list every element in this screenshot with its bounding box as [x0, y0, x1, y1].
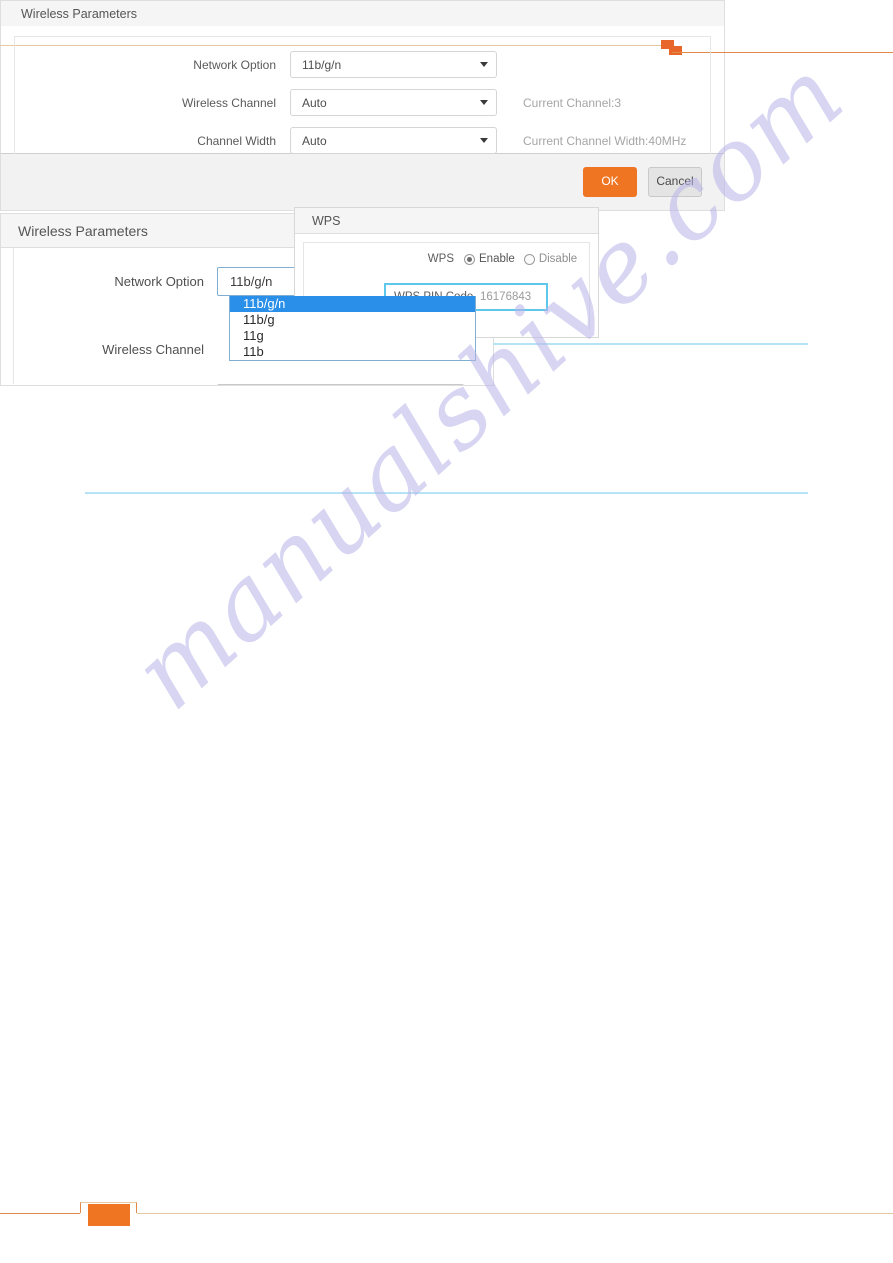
current-channel-width-note: Current Channel Width:40MHz: [523, 133, 687, 148]
footer-rule-left: [0, 1213, 80, 1214]
channel-width-label: Channel Width: [197, 133, 276, 148]
wps-panel-title: WPS: [295, 208, 598, 234]
dropdown-option-11g[interactable]: 11g: [230, 328, 475, 344]
channel-width-select-open[interactable]: Auto: [217, 384, 464, 385]
wps-enable-row: WPS Enable Disable: [304, 253, 589, 265]
wps-enable-label: WPS: [427, 253, 454, 265]
chevron-down-icon: [480, 62, 488, 67]
wireless-parameters-inner: Network Option 11b/g/n Wireless Channel …: [14, 36, 711, 154]
wps-radio-enable-label: Enable: [479, 253, 515, 265]
network-option-label-open: Network Option: [114, 274, 204, 289]
watermark: manualshive.com: [100, 35, 866, 900]
section-divider-bottom: [85, 492, 808, 494]
wireless-channel-label-open: Wireless Channel: [102, 342, 204, 357]
channel-width-select[interactable]: Auto: [290, 127, 497, 154]
row-channel-width-open: Channel Width Auto: [1, 384, 493, 385]
wireless-parameters-footer: OK Cancel: [0, 153, 725, 211]
wps-enable-radio-group: Enable Disable: [464, 253, 577, 265]
wps-radio-disable[interactable]: Disable: [523, 253, 578, 265]
chevron-down-icon: [480, 100, 488, 105]
wps-radio-disable-label: Disable: [538, 253, 578, 265]
dropdown-option-11b[interactable]: 11b: [230, 344, 475, 360]
wps-radio-enable[interactable]: Enable: [464, 253, 515, 265]
channel-width-value: Auto: [302, 133, 327, 148]
wireless-channel-label: Wireless Channel: [181, 95, 276, 110]
footer-rule-right: [137, 1213, 893, 1214]
row-network-option: Network Option 11b/g/n: [15, 51, 710, 78]
wireless-parameters-panel: Wireless Parameters Network Option 11b/g…: [0, 0, 725, 213]
wireless-channel-value: Auto: [302, 95, 327, 110]
row-channel-width: Channel Width Auto Current Channel Width…: [15, 127, 710, 154]
row-wireless-channel: Wireless Channel Auto Current Channel:3: [15, 89, 710, 116]
wireless-parameters-title: Wireless Parameters: [0, 0, 725, 26]
wireless-channel-select[interactable]: Auto: [290, 89, 497, 116]
current-channel-note: Current Channel:3: [523, 95, 622, 110]
network-option-value: 11b/g/n: [302, 57, 342, 72]
ok-button[interactable]: OK: [583, 167, 637, 197]
radio-unselected-icon: [523, 253, 535, 265]
cancel-button[interactable]: Cancel: [648, 167, 702, 197]
chevron-down-icon: [480, 138, 488, 143]
network-option-label: Network Option: [193, 57, 276, 72]
wireless-parameters-body: Network Option 11b/g/n Wireless Channel …: [0, 26, 725, 154]
radio-selected-icon: [464, 253, 475, 265]
network-option-dropdown-list[interactable]: 11b/g/n 11b/g 11g 11b: [229, 296, 476, 361]
dropdown-option-11bgn[interactable]: 11b/g/n: [230, 296, 475, 312]
network-option-select[interactable]: 11b/g/n: [290, 51, 497, 78]
dropdown-option-11bg[interactable]: 11b/g: [230, 312, 475, 328]
wps-pin-code-value: 16176843: [480, 291, 532, 303]
footer-page-block: [88, 1204, 130, 1226]
